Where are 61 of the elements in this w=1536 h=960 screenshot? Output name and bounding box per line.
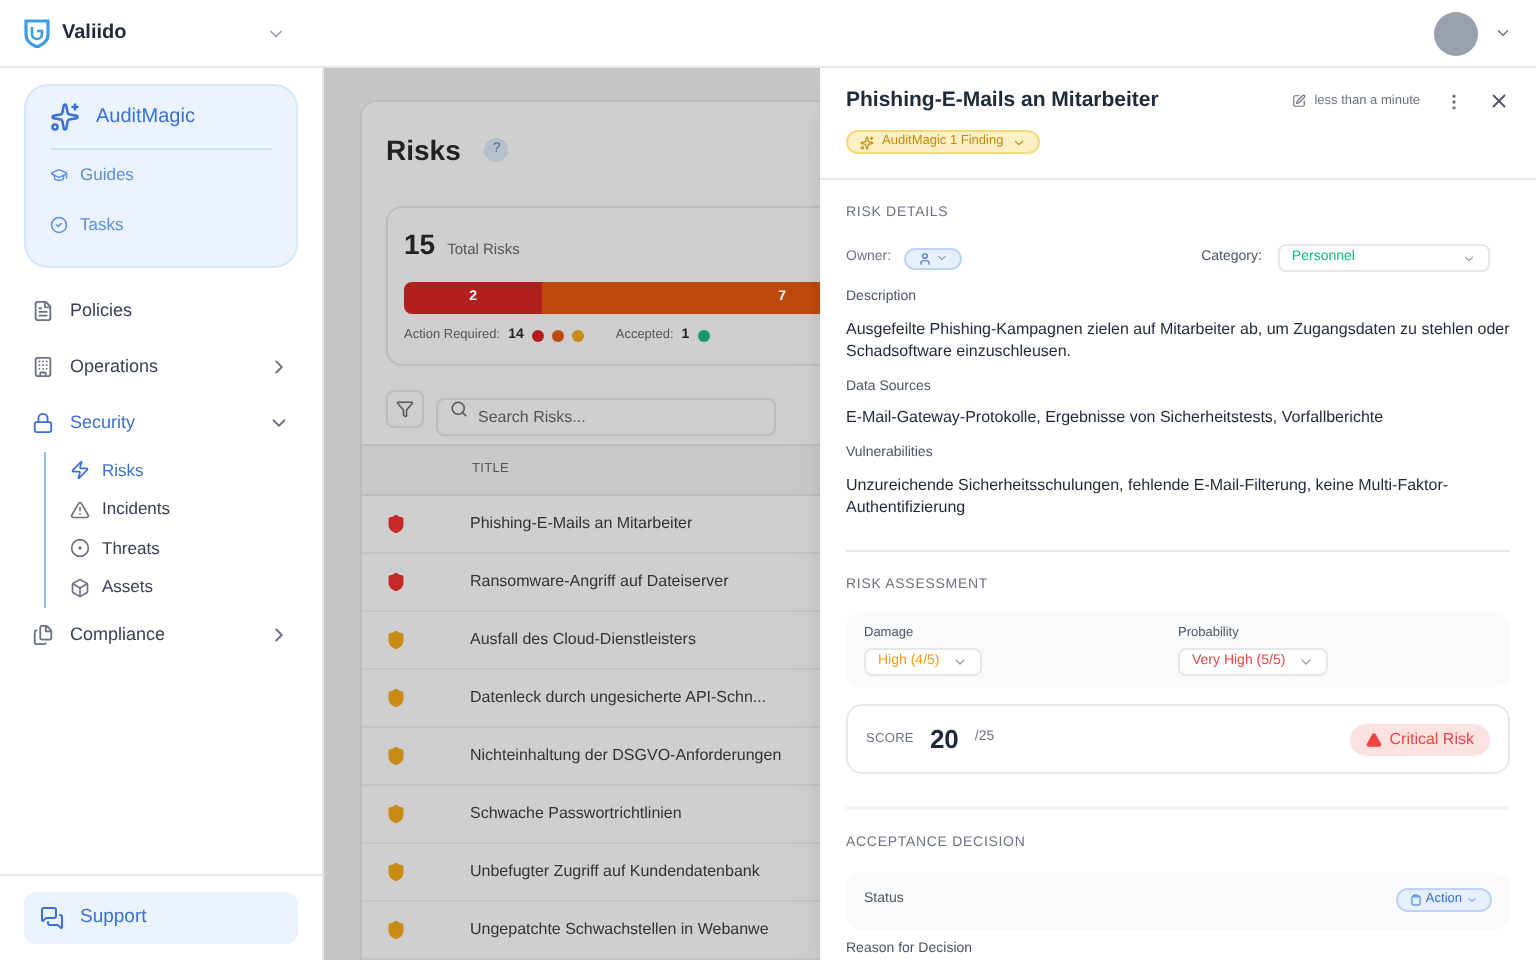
nav-item[interactable]: Operations (32, 339, 290, 395)
nav-subitem[interactable]: Threats (70, 529, 290, 568)
filter-icon (396, 399, 414, 417)
critical-risk-badge: Critical Risk (1349, 723, 1490, 755)
nav-icon (70, 499, 90, 520)
search-field[interactable]: Search Risks... (436, 397, 776, 435)
field-text: E-Mail-Gateway-Protokolle, Ergebnisse von Sicherheitstests, Vorfallberichte (846, 406, 1386, 429)
chat-icon (40, 906, 64, 930)
edit-icon (1292, 94, 1307, 109)
nav-icon (32, 300, 54, 322)
chevron-down-icon (1011, 135, 1026, 150)
score-value: 20 (929, 721, 959, 758)
nav-item[interactable]: Compliance (32, 607, 290, 663)
shield-logo-icon (24, 18, 50, 48)
nav-item[interactable]: Security (32, 395, 290, 451)
chevron-down-icon[interactable] (1494, 24, 1512, 42)
risk-title: Ausfall des Cloud-Dienstleisters (470, 627, 696, 651)
sparkles-icon (860, 135, 874, 150)
sparkles-icon (50, 102, 80, 132)
nav-subitem[interactable]: Assets (70, 568, 290, 607)
nav-icon (32, 624, 54, 646)
nav-item[interactable]: Policies (32, 283, 290, 339)
app-name: Valiido (62, 20, 127, 48)
risk-title: Nichteinhaltung der DSGVO-Anforderungen (470, 743, 782, 767)
risk-title: Ransomware-Angriff auf Dateiserver (470, 569, 729, 593)
risk-title: Schwache Passwortrichtlinien (470, 801, 682, 825)
chevron-down-icon (1297, 654, 1314, 670)
chevron-down-icon (1466, 894, 1478, 906)
nav-subitem[interactable]: Risks (70, 451, 290, 490)
total-count: 15 (404, 226, 436, 264)
search-icon (450, 399, 468, 417)
chevron-down-icon (1461, 251, 1476, 266)
graduation-cap-icon (50, 165, 68, 184)
risk-title: Datenleck durch ungesicherte API-Schn... (470, 685, 767, 709)
auditmagic-title: AuditMagic (96, 104, 195, 132)
field-text: Unzureichende Sicherheitsschulungen, fehlende E-Mail-Filterung, keine Multi-Faktor-Authentifizierung (846, 473, 1451, 518)
user-icon (917, 251, 932, 266)
chevron-down-icon (951, 654, 968, 670)
avatar[interactable] (1434, 11, 1478, 55)
clipboard-icon (1409, 894, 1422, 906)
nav-icon (70, 577, 90, 598)
auditmagic-item[interactable]: Tasks (50, 199, 272, 249)
nav-icon (32, 356, 54, 378)
nav-icon (70, 460, 90, 481)
field-text: Ausgefeilte Phishing-Kampagnen zielen auf Mitarbeiter ab, um Zugangsdaten zu stehlen oder Schadsoftware einzuschleusen. (846, 317, 1510, 362)
nav-icon (70, 538, 90, 559)
check-circle-icon (50, 215, 68, 234)
risk-title: Ungepatchte Schwachstellen in Webanwe (470, 917, 769, 941)
drawer-title: Phishing-E-Mails an Mitarbeiter (846, 86, 1161, 116)
auditmagic-item[interactable]: Guides (50, 150, 272, 200)
owner-select[interactable] (903, 247, 962, 270)
risk-title: Phishing-E-Mails an Mitarbeiter (470, 511, 693, 535)
warning-icon (1365, 731, 1382, 747)
close-icon[interactable] (1488, 90, 1510, 113)
filter-button[interactable] (386, 389, 424, 427)
page-title: Risks (386, 131, 461, 169)
nav-icon (32, 412, 54, 434)
support-button[interactable]: Support (24, 892, 298, 944)
chevron-down-icon (935, 252, 948, 265)
nav-subitem[interactable]: Incidents (70, 490, 290, 529)
risk-title: Unbefugter Zugriff auf Kundendatenbank (470, 859, 760, 883)
